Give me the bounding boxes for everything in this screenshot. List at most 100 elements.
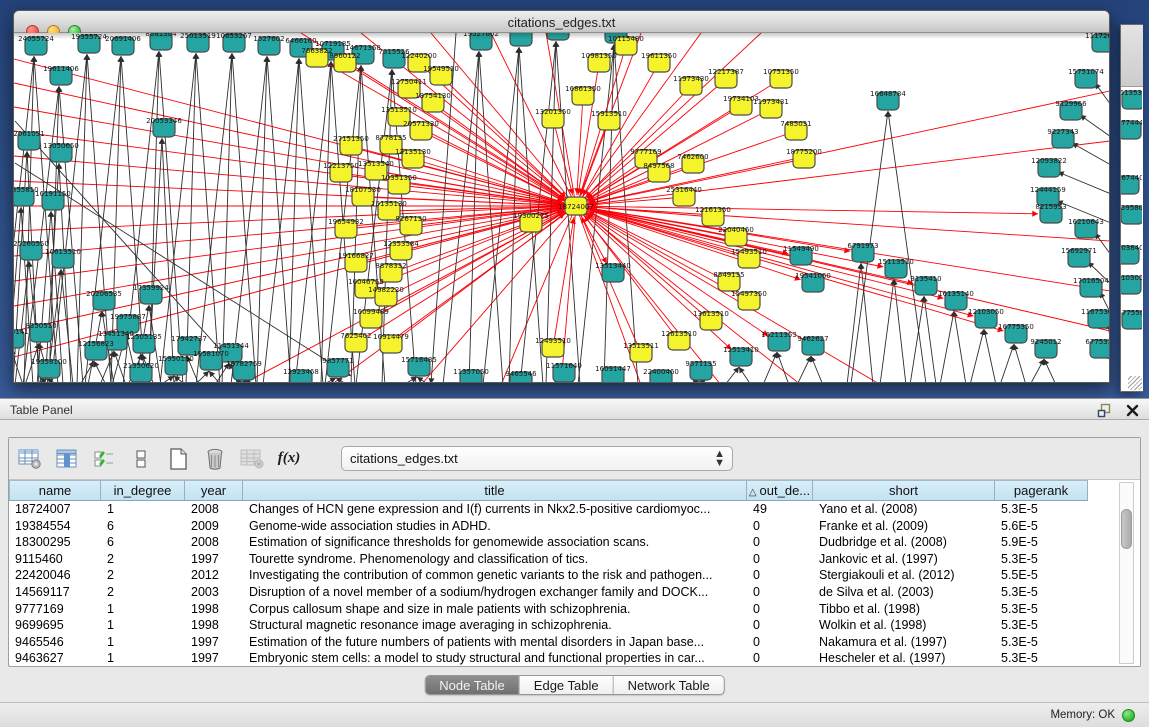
network-node[interactable]: 8646160	[505, 33, 536, 46]
network-node[interactable]: 16211353	[761, 331, 797, 351]
network-node[interactable]: 12513410	[723, 346, 759, 366]
network-node[interactable]: 19549510	[423, 65, 459, 85]
network-node[interactable]: 15913510	[591, 110, 627, 130]
resize-grip-icon[interactable]	[1128, 376, 1142, 390]
column-header-pagerank[interactable]: pagerank	[995, 480, 1088, 501]
network-node[interactable]: 7663822	[301, 47, 332, 67]
network-node[interactable]: 1467440	[1121, 174, 1142, 194]
network-node[interactable]: 15950130	[158, 355, 194, 375]
network-node[interactable]: 8581304	[145, 33, 177, 50]
select-columns-icon[interactable]	[91, 446, 117, 472]
column-header-out_de[interactable]: △out_de...	[747, 480, 813, 501]
network-node[interactable]: 12103054	[1121, 274, 1142, 294]
network-node[interactable]: 16135330	[1121, 89, 1142, 109]
network-node[interactable]: 24055724	[18, 35, 54, 55]
network-node[interactable]: 16091447	[595, 365, 631, 383]
table-row[interactable]: 1872400712008Changes of HCN gene express…	[9, 501, 1140, 518]
network-node[interactable]: 9245012	[1030, 338, 1061, 358]
network-node[interactable]: 11172610	[1085, 33, 1110, 52]
network-node[interactable]: 19527602	[463, 33, 499, 50]
network-node[interactable]: 12923468	[283, 368, 319, 383]
network-node[interactable]: 8215953	[1035, 203, 1066, 223]
network-node[interactable]: 11571640	[546, 362, 582, 382]
function-builder-icon[interactable]: f(x)	[276, 446, 302, 472]
table-panel-titlebar[interactable]: Table Panel	[0, 398, 1149, 420]
network-node[interactable]: 15493510	[731, 248, 767, 268]
column-header-short[interactable]: short	[813, 480, 995, 501]
table-row[interactable]: 946362711997Embryonic stem cells: a mode…	[9, 650, 1140, 667]
network-node[interactable]: 13201350	[535, 108, 571, 128]
network-node[interactable]: 25260550	[14, 240, 49, 260]
network-node[interactable]: 6775500	[1121, 309, 1142, 329]
network-canvas[interactable]: 2405572419355724206914068581304250135191…	[14, 33, 1110, 383]
network-node[interactable]: 16861350	[565, 85, 601, 105]
network-node[interactable]: 13513440	[595, 262, 631, 282]
network-node[interactable]: 2061051	[14, 130, 45, 150]
network-window[interactable]: citations_edges.txt 24055724193557242069…	[13, 10, 1110, 383]
network-node[interactable]: 7462600	[677, 153, 708, 173]
network-node[interactable]: 9465546	[505, 370, 537, 383]
show-column-icon[interactable]	[54, 446, 80, 472]
close-panel-icon[interactable]	[1123, 401, 1141, 419]
network-node[interactable]: 9227343	[1047, 128, 1078, 148]
tab-node-table[interactable]: Node Table	[425, 676, 520, 694]
network-node[interactable]: 20053346	[146, 117, 182, 137]
table-row[interactable]: 1830029562008Estimation of significance …	[9, 534, 1140, 551]
vertical-scrollbar[interactable]	[1119, 482, 1134, 664]
network-node[interactable]: 11973430	[673, 75, 709, 95]
network-node[interactable]: 20691406	[105, 35, 141, 55]
network-node[interactable]: 1103840	[1121, 244, 1142, 264]
network-node[interactable]: 9129966	[1055, 100, 1087, 120]
network-node[interactable]: 12774440	[1121, 119, 1142, 139]
network-node[interactable]: 10751350	[763, 68, 799, 88]
network-node[interactable]: 9135410	[910, 275, 941, 295]
table-row[interactable]: 911546021997Tourette syndrome. Phenomeno…	[9, 551, 1140, 568]
network-node[interactable]: 13513511	[623, 342, 659, 362]
network-node[interactable]: 7485031	[780, 120, 811, 140]
network-node[interactable]: 16775350	[998, 323, 1034, 343]
network-node[interactable]: 17016504	[1073, 277, 1109, 297]
network-node[interactable]: 16135140	[938, 290, 974, 310]
network-node[interactable]: 1527602	[253, 35, 284, 55]
scrollbar-thumb[interactable]	[1121, 509, 1132, 549]
table-row[interactable]: 1938455462009Genome-wide association stu…	[9, 518, 1140, 535]
destroy-table-icon[interactable]	[239, 446, 265, 472]
delete-rows-icon[interactable]	[202, 446, 228, 472]
network-node[interactable]: 12505135	[126, 333, 162, 353]
network-node[interactable]: 20206535	[86, 290, 122, 310]
network-node[interactable]: 6775312	[1085, 338, 1110, 358]
table-selector-dropdown[interactable]: citations_edges.txt ▲▼	[341, 446, 733, 471]
network-node[interactable]: 8497568	[643, 162, 674, 182]
table-row[interactable]: 969969511998Structural magnetic resonanc…	[9, 617, 1140, 634]
table-settings-icon[interactable]	[17, 446, 43, 472]
float-window-icon[interactable]	[1095, 401, 1113, 419]
network-node[interactable]: 12213750	[323, 162, 359, 182]
table-row[interactable]: 1456911722003Disruption of a novel membe…	[9, 584, 1140, 601]
network-node[interactable]: 9857771	[322, 357, 353, 377]
network-node[interactable]: 25316440	[666, 186, 702, 206]
network-node[interactable]: 9571135	[685, 360, 716, 380]
tab-network-table[interactable]: Network Table	[614, 676, 724, 694]
network-node[interactable]: 21350620	[123, 362, 159, 382]
network-node[interactable]: 3915141	[14, 328, 29, 348]
network-node[interactable]: 1595800	[1121, 204, 1142, 224]
network-node[interactable]: 15113510	[878, 258, 914, 278]
network-node[interactable]: 25013519	[180, 33, 216, 52]
network-node[interactable]: 16648784	[870, 90, 906, 110]
network-node[interactable]: 18754130	[415, 92, 451, 112]
row-height-icon[interactable]	[128, 446, 154, 472]
network-node[interactable]: 6791973	[847, 242, 878, 262]
table-row[interactable]: 977716911998Corpus callosum shape and si…	[9, 601, 1140, 618]
network-node[interactable]: 13613510	[693, 310, 729, 330]
network-node[interactable]: 9462627	[797, 335, 828, 355]
network-node[interactable]: 22400460	[643, 368, 679, 383]
network-node[interactable]: 10653267	[216, 33, 252, 52]
column-header-in_degree[interactable]: in_degree	[101, 480, 185, 501]
network-node[interactable]: 8960122	[329, 52, 360, 72]
network-node[interactable]: 19611350	[641, 52, 677, 72]
tab-edge-table[interactable]: Edge Table	[520, 676, 614, 694]
column-header-title[interactable]: title	[243, 480, 747, 501]
network-node[interactable]: 18775200	[786, 148, 822, 168]
table-row[interactable]: 946554611997Estimation of the future num…	[9, 634, 1140, 651]
network-node[interactable]: 8350510	[25, 322, 56, 342]
